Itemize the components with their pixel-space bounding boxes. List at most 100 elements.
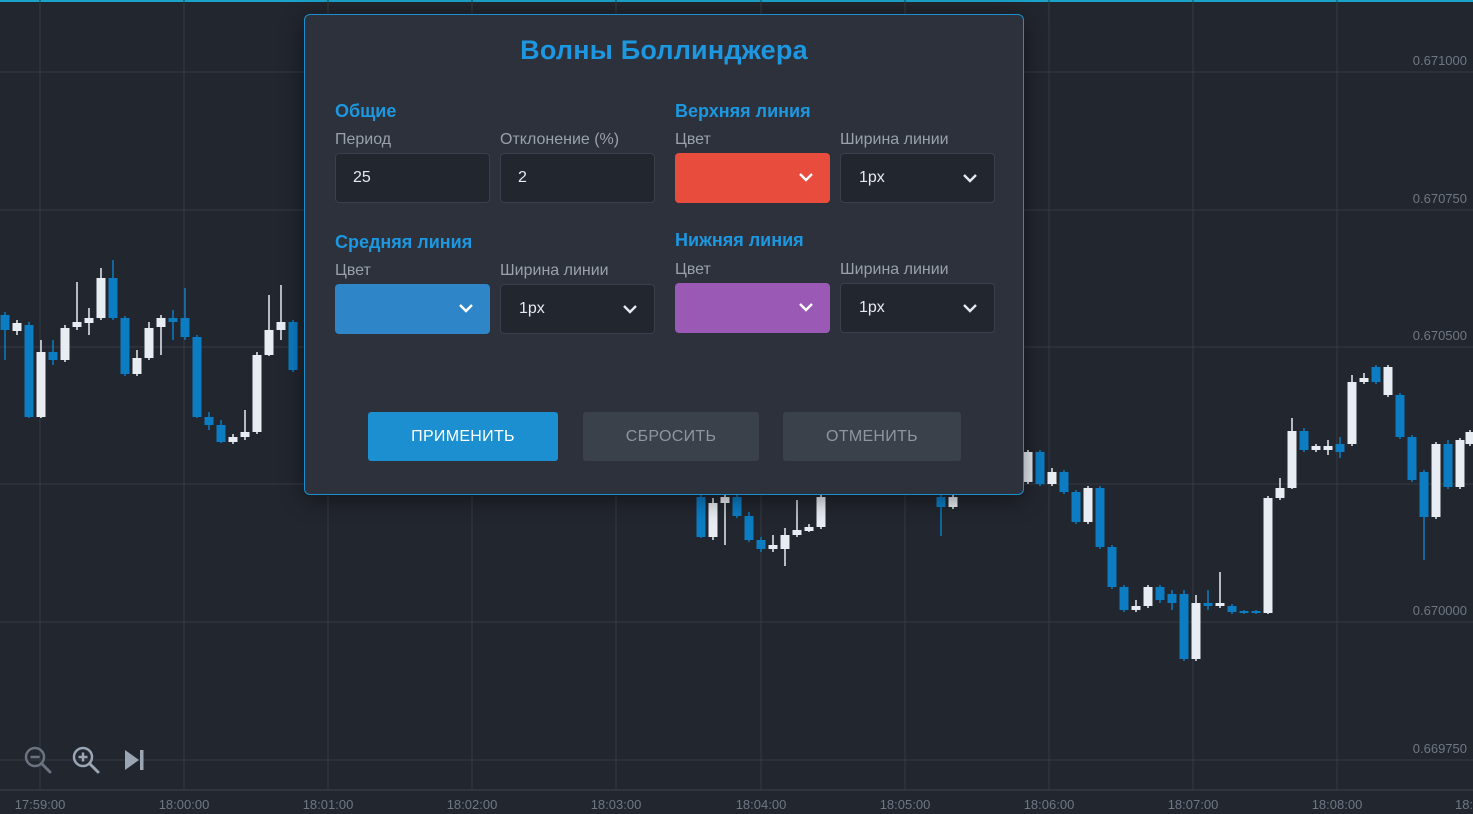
candle-up (804, 527, 814, 531)
candle-down (1119, 587, 1129, 610)
candle-up (84, 318, 94, 323)
zoom-out-button[interactable] (20, 742, 56, 778)
middle-width-label: Ширина линии (500, 262, 609, 279)
candle-up (1047, 472, 1057, 484)
time-tick-label: 18:01:00 (302, 797, 354, 812)
lower-width-label: Ширина линии (840, 261, 949, 278)
candle-down (744, 516, 754, 540)
candle-down (0, 315, 10, 330)
candle-down (756, 540, 766, 549)
candle-up (1263, 498, 1273, 613)
candle-up (240, 432, 250, 437)
candle-down (696, 497, 706, 537)
time-tick-label: 18:07:00 (1167, 797, 1219, 812)
time-tick-label: 18:03:00 (590, 797, 642, 812)
candle-up (1287, 431, 1297, 488)
time-tick-label: 17:59:00 (14, 797, 66, 812)
time-tick-label: 18: (1454, 797, 1473, 812)
candle-up (768, 545, 778, 549)
upper-width-label: Ширина линии (840, 131, 949, 148)
candle-down (1371, 367, 1381, 382)
time-tick-label: 18:00:00 (158, 797, 210, 812)
candle-up (792, 530, 802, 535)
section-upper-title: Верхняя линия (675, 101, 811, 121)
cancel-button[interactable]: ОТМЕНИТЬ (783, 412, 961, 461)
candle-down (1251, 611, 1261, 613)
candle-up (1275, 488, 1285, 498)
skip-to-end-button[interactable] (116, 742, 152, 778)
candle-up (1083, 488, 1093, 522)
lower-color-label: Цвет (675, 261, 711, 278)
candle-down (1227, 606, 1237, 612)
candle-up (1323, 446, 1333, 450)
period-label: Период (335, 131, 392, 148)
candle-up (252, 355, 262, 432)
candle-down (108, 278, 118, 318)
time-tick-label: 18:02:00 (446, 797, 498, 812)
section-general-title: Общие (335, 101, 397, 121)
reset-button[interactable]: СБРОСИТЬ (583, 412, 759, 461)
candle-up (1359, 378, 1369, 382)
middle-color-label: Цвет (335, 262, 371, 279)
candle-up (720, 497, 730, 503)
candle-up (228, 437, 238, 442)
chevron-down-icon (963, 174, 977, 183)
candle-up (1347, 382, 1357, 444)
candle-down (1059, 472, 1069, 492)
zoom-in-button[interactable] (68, 742, 104, 778)
price-tick-label: 0.670500 (1412, 328, 1467, 343)
time-tick-label: 18:08:00 (1311, 797, 1363, 812)
middle-width-select[interactable]: 1px (500, 284, 655, 334)
zoom-in-icon (72, 746, 100, 774)
candle-down (1299, 431, 1309, 450)
chevron-down-icon (799, 303, 813, 312)
candle-up (780, 535, 790, 549)
upper-width-select[interactable]: 1px (840, 153, 995, 203)
candle-up (1455, 440, 1465, 487)
candle-up (708, 503, 718, 537)
candle-up (36, 352, 46, 417)
candle-up (1131, 606, 1141, 610)
candle-up (816, 497, 826, 527)
candle-down (1155, 587, 1165, 600)
lower-width-select[interactable]: 1px (840, 283, 995, 333)
apply-button[interactable]: ПРИМЕНИТЬ (368, 412, 558, 461)
price-tick-label: 0.670000 (1412, 603, 1467, 618)
candle-up (1143, 587, 1153, 606)
candle-down (1095, 488, 1105, 547)
section-middle-title: Средняя линия (335, 232, 473, 252)
candle-down (1335, 444, 1345, 452)
lower-width-value: 1px (859, 299, 885, 316)
deviation-label: Отклонение (%) (500, 131, 620, 148)
chevron-down-icon (623, 305, 637, 314)
candle-down (120, 318, 130, 374)
section-lower-title: Нижняя линия (675, 230, 804, 250)
time-tick-label: 18:04:00 (735, 797, 787, 812)
middle-color-select[interactable] (335, 284, 490, 334)
chevron-down-icon (459, 304, 473, 313)
zoom-out-icon (24, 746, 52, 774)
chevron-down-icon (799, 173, 813, 182)
candle-up (1431, 444, 1441, 517)
price-tick-label: 0.669750 (1412, 741, 1467, 756)
candle-down (936, 497, 946, 507)
candle-down (1179, 594, 1189, 659)
time-tick-label: 18:05:00 (879, 797, 931, 812)
candle-down (1035, 452, 1045, 484)
candle-up (156, 318, 166, 327)
candle-down (204, 417, 214, 425)
upper-color-select[interactable] (675, 153, 830, 203)
candle-down (1443, 444, 1453, 487)
candle-up (72, 322, 82, 327)
candle-down (1239, 611, 1249, 613)
lower-color-select[interactable] (675, 283, 830, 333)
candle-up (264, 330, 274, 355)
period-input[interactable] (335, 153, 490, 203)
candle-down (1419, 472, 1429, 517)
candle-down (24, 325, 34, 417)
upper-color-label: Цвет (675, 131, 711, 148)
candle-up (1191, 603, 1201, 659)
deviation-input[interactable] (500, 153, 655, 203)
candle-down (1395, 395, 1405, 437)
candle-down (1107, 547, 1117, 587)
